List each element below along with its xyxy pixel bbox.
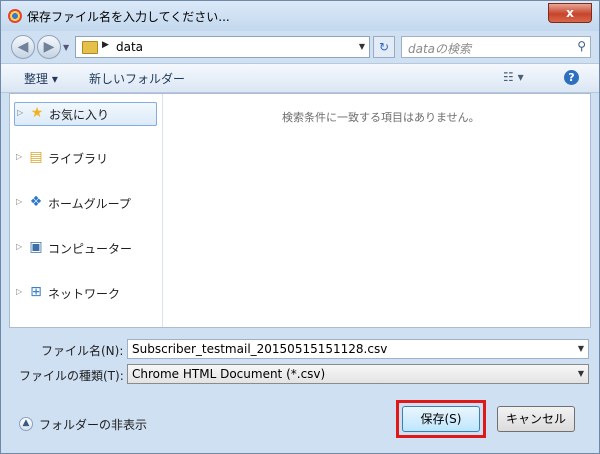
star-icon: ★ [30, 105, 44, 121]
save-button[interactable]: 保存(S) [402, 406, 480, 432]
filename-label: ファイル名(N): [41, 344, 124, 358]
expand-arrow-icon[interactable]: ▷ [16, 152, 22, 161]
sidebar-item-homegroup[interactable]: ▷ ❖ ホームグループ [14, 192, 157, 216]
library-icon: ▤ [29, 149, 43, 165]
chevron-down-icon[interactable]: ▼ [578, 369, 584, 378]
organize-menu[interactable]: 整理 ▾ [24, 70, 58, 87]
sidebar-item-label: ライブラリ [48, 152, 109, 166]
forward-button[interactable]: ▶ [37, 35, 61, 59]
search-placeholder: dataの検索 [408, 42, 472, 56]
navigation-pane: ▷ ★ お気に入り ▷ ▤ ライブラリ ▷ ❖ ホームグループ ▷ ▣ コンピュ… [10, 94, 163, 327]
close-button[interactable]: x [548, 3, 592, 23]
network-icon: ⊞ [30, 284, 42, 300]
save-dialog: 保存ファイル名を入力してください... x ◀ ▶ ▼ ▶ data ▼ ↻ d… [0, 0, 600, 454]
address-bar[interactable]: ▶ data ▼ [75, 36, 370, 58]
help-icon[interactable]: ? [564, 70, 579, 85]
sidebar-item-label: ホームグループ [48, 197, 131, 211]
browser-icon [8, 9, 22, 23]
filetype-value[interactable]: Chrome HTML Document (*.csv) [132, 367, 325, 381]
browser-pane: ▷ ★ お気に入り ▷ ▤ ライブラリ ▷ ❖ ホームグループ ▷ ▣ コンピュ… [9, 93, 591, 328]
dialog-footer: ▲ フォルダーの非表示 保存(S) キャンセル [1, 394, 599, 452]
breadcrumb-separator-icon[interactable]: ▶ [102, 40, 109, 50]
new-folder-button[interactable]: 新しいフォルダー [89, 70, 185, 87]
sidebar-item-favorites[interactable]: ▷ ★ お気に入り [14, 102, 157, 126]
cancel-button[interactable]: キャンセル [497, 406, 575, 432]
dialog-title: 保存ファイル名を入力してください... [27, 10, 230, 24]
computer-icon: ▣ [29, 239, 43, 255]
filename-input[interactable]: Subscriber_testmail_20150515151128.csv ▼ [127, 339, 589, 359]
sidebar-item-label: お気に入り [49, 108, 110, 122]
command-bar: 整理 ▾ 新しいフォルダー ☷ ▾ ? [1, 63, 599, 93]
sidebar-item-label: ネットワーク [48, 287, 121, 301]
expand-arrow-icon[interactable]: ▷ [16, 197, 22, 206]
sidebar-item-network[interactable]: ▷ ⊞ ネットワーク [14, 282, 157, 306]
folder-icon [82, 41, 98, 54]
back-button[interactable]: ◀ [11, 35, 35, 59]
recent-locations-dropdown-icon[interactable]: ▼ [63, 43, 69, 52]
title-bar: 保存ファイル名を入力してください... x [1, 1, 599, 31]
expand-arrow-icon[interactable]: ▷ [17, 108, 23, 117]
hide-folders-link[interactable]: フォルダーの非表示 [39, 416, 147, 433]
empty-results-message: 検索条件に一致する項目はありません。 [282, 111, 480, 124]
refresh-button[interactable]: ↻ [373, 36, 395, 58]
breadcrumb-path[interactable]: data [116, 40, 143, 54]
sidebar-item-computer[interactable]: ▷ ▣ コンピューター [14, 237, 157, 261]
expand-arrow-icon[interactable]: ▷ [16, 242, 22, 251]
filetype-select[interactable]: Chrome HTML Document (*.csv) ▼ [127, 364, 589, 384]
homegroup-icon: ❖ [29, 194, 43, 210]
search-icon[interactable]: ⚲ [577, 39, 586, 53]
sidebar-item-label: コンピューター [48, 242, 133, 256]
collapse-folders-icon[interactable]: ▲ [19, 417, 33, 431]
filename-value[interactable]: Subscriber_testmail_20150515151128.csv [132, 342, 387, 356]
search-input[interactable]: dataの検索 ⚲ [401, 36, 591, 58]
navigation-bar: ◀ ▶ ▼ ▶ data ▼ ↻ dataの検索 ⚲ [1, 31, 599, 63]
sidebar-item-libraries[interactable]: ▷ ▤ ライブラリ [14, 147, 157, 171]
chevron-down-icon[interactable]: ▼ [578, 344, 584, 353]
expand-arrow-icon[interactable]: ▷ [16, 287, 22, 296]
view-options-icon[interactable]: ☷ ▾ [503, 70, 524, 84]
chevron-down-icon[interactable]: ▼ [359, 42, 365, 51]
filetype-label: ファイルの種類(T): [19, 369, 124, 383]
